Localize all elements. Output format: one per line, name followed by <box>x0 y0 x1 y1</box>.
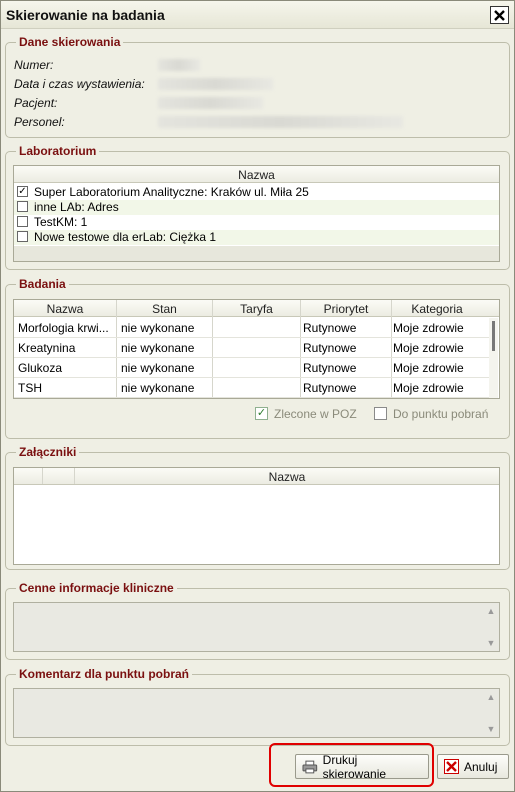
cell-nazwa: Kreatynina <box>18 341 76 355</box>
do-punktu-pobran-label: Do punktu pobrań <box>393 407 489 421</box>
window-title: Skierowanie na badania <box>6 7 165 23</box>
cell-kategoria: Moje zdrowie <box>393 381 464 395</box>
laboratorium-header: Nazwa <box>14 166 499 183</box>
lab-checkbox[interactable]: ✓ <box>17 186 28 197</box>
lab-item[interactable]: TestKM: 1 <box>14 215 499 230</box>
legend-komentarz: Komentarz dla punktu pobrań <box>16 667 193 681</box>
legend-badania: Badania <box>16 277 69 291</box>
cell-nazwa: Morfologia krwi... <box>18 321 109 335</box>
col-header-kategoria: Kategoria <box>411 302 463 316</box>
label-personel: Personel: <box>14 115 65 129</box>
checkbox-mark[interactable]: ✓ <box>255 407 268 421</box>
cell-priorytet: Rutynowe <box>303 321 357 335</box>
redacted-numer <box>158 59 200 71</box>
legend-dane-skierowania: Dane skierowania <box>16 35 124 49</box>
cell-stan: nie wykonane <box>121 321 195 335</box>
zalaczniki-header: Nazwa <box>14 468 499 485</box>
badania-scrollbar[interactable] <box>489 318 498 398</box>
col-separator <box>42 468 43 484</box>
col-header-taryfa: Taryfa <box>240 302 273 316</box>
lab-item-label: inne LAb: Adres <box>34 200 119 214</box>
panel-laboratorium: Laboratorium Nazwa ✓ Super Laboratorium … <box>5 144 510 270</box>
table-row[interactable]: Glukoza nie wykonane Rutynowe Moje zdrow… <box>14 358 490 378</box>
cell-nazwa: TSH <box>18 381 42 395</box>
cenne-informacje-textarea[interactable]: ▲ ▼ <box>13 602 500 652</box>
cell-stan: nie wykonane <box>121 381 195 395</box>
badania-scroll-thumb[interactable] <box>492 321 495 351</box>
print-button-label: Drukuj skierowanie <box>322 752 387 781</box>
panel-zalaczniki: Załączniki Nazwa <box>5 445 510 570</box>
badania-table: Nazwa Stan Taryfa Priorytet Kategoria Mo… <box>13 299 500 399</box>
scroll-up-icon[interactable]: ▲ <box>485 692 497 702</box>
panel-cenne-informacje: Cenne informacje kliniczne ▲ ▼ <box>5 581 510 660</box>
close-button[interactable] <box>490 6 509 24</box>
lab-item-label: Super Laboratorium Analityczne: Kraków u… <box>34 185 309 199</box>
komentarz-textarea[interactable]: ▲ ▼ <box>13 688 500 738</box>
col-header-priorytet: Priorytet <box>323 302 369 316</box>
lab-item-label: TestKM: 1 <box>34 215 88 229</box>
lab-item[interactable]: inne LAb: Adres <box>14 200 499 215</box>
lab-item[interactable]: Nowe testowe dla erLab: Ciężka 1 <box>14 230 499 245</box>
scroll-down-icon[interactable]: ▼ <box>485 638 497 648</box>
legend-laboratorium: Laboratorium <box>16 144 100 158</box>
label-data-wystawienia: Data i czas wystawienia: <box>14 77 145 91</box>
col-header-nazwa: Nazwa <box>46 302 84 316</box>
cell-nazwa: Glukoza <box>18 361 63 375</box>
zlecone-w-poz-checkbox[interactable]: ✓ Zlecone w POZ <box>255 407 357 421</box>
lab-item-label: Nowe testowe dla erLab: Ciężka 1 <box>34 230 217 244</box>
table-row[interactable]: Morfologia krwi... nie wykonane Rutynowe… <box>14 318 490 338</box>
zalaczniki-table: Nazwa <box>13 467 500 565</box>
col-header-stan: Stan <box>152 302 177 316</box>
cell-priorytet: Rutynowe <box>303 381 357 395</box>
cell-stan: nie wykonane <box>121 341 195 355</box>
lab-checkbox[interactable] <box>17 216 28 227</box>
redacted-data <box>158 78 273 90</box>
cell-kategoria: Moje zdrowie <box>393 321 464 335</box>
checkbox-mark[interactable] <box>374 407 387 421</box>
redacted-pacjent <box>158 97 263 109</box>
redacted-personel <box>158 116 403 128</box>
cell-kategoria: Moje zdrowie <box>393 361 464 375</box>
cell-stan: nie wykonane <box>121 361 195 375</box>
legend-zalaczniki: Załączniki <box>16 445 80 459</box>
cell-priorytet: Rutynowe <box>303 341 357 355</box>
label-numer: Numer: <box>14 58 54 72</box>
badania-header: Nazwa Stan Taryfa Priorytet Kategoria <box>14 300 499 317</box>
col-header-nazwa: Nazwa <box>238 168 275 182</box>
print-button[interactable]: Drukuj skierowanie <box>295 752 429 781</box>
dialog-window: Skierowanie na badania Dane skierowania … <box>0 0 515 792</box>
zlecone-w-poz-label: Zlecone w POZ <box>274 407 357 421</box>
printer-icon <box>302 760 318 773</box>
label-pacjent: Pacjent: <box>14 96 58 110</box>
laboratorium-list: Nazwa ✓ Super Laboratorium Analityczne: … <box>13 165 500 262</box>
lab-empty-area <box>14 246 499 261</box>
cancel-x-icon <box>444 759 459 774</box>
panel-dane-skierowania: Dane skierowania Numer: Data i czas wyst… <box>5 35 510 138</box>
lab-item[interactable]: ✓ Super Laboratorium Analityczne: Kraków… <box>14 185 499 200</box>
scroll-up-icon[interactable]: ▲ <box>485 606 497 616</box>
close-icon <box>494 9 505 21</box>
col-header-nazwa: Nazwa <box>268 470 306 484</box>
title-bar: Skierowanie na badania <box>1 1 514 29</box>
table-row[interactable]: Kreatynina nie wykonane Rutynowe Moje zd… <box>14 338 490 358</box>
panel-komentarz: Komentarz dla punktu pobrań ▲ ▼ <box>5 667 510 746</box>
legend-cenne-informacje: Cenne informacje kliniczne <box>16 581 177 595</box>
lab-checkbox[interactable] <box>17 201 28 212</box>
panel-badania: Badania Nazwa Stan Taryfa Priorytet Kate… <box>5 277 510 439</box>
scroll-down-icon[interactable]: ▼ <box>485 724 497 734</box>
cell-kategoria: Moje zdrowie <box>393 341 464 355</box>
cancel-button[interactable]: Anuluj <box>437 754 509 779</box>
cancel-button-label: Anuluj <box>464 759 498 774</box>
lab-checkbox[interactable] <box>17 231 28 242</box>
table-row[interactable]: TSH nie wykonane Rutynowe Moje zdrowie <box>14 378 490 398</box>
do-punktu-pobran-checkbox[interactable]: Do punktu pobrań <box>374 407 488 421</box>
cell-priorytet: Rutynowe <box>303 361 357 375</box>
